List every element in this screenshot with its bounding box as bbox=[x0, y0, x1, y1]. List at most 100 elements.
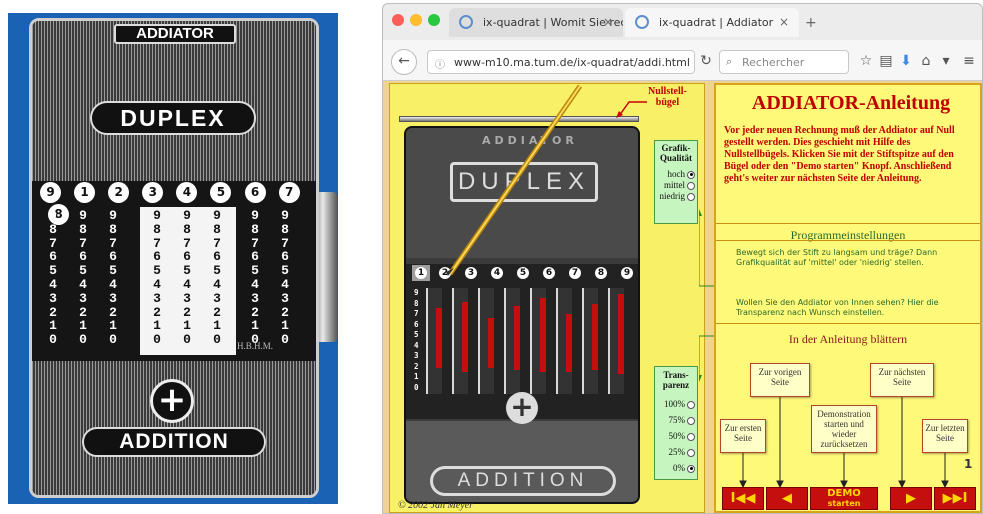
radio-icon[interactable] bbox=[687, 170, 695, 179]
intro-text: Vor jeder neuen Rechnung muß der Addiato… bbox=[724, 125, 955, 184]
page-number: 1 bbox=[964, 457, 973, 471]
star-icon[interactable]: ☆ bbox=[857, 52, 875, 70]
site-icon bbox=[459, 15, 473, 29]
download-icon[interactable]: ⬇ bbox=[897, 52, 915, 70]
close-window-button[interactable] bbox=[392, 14, 404, 26]
plus-icon: + bbox=[150, 379, 194, 423]
hint-next: Zur nächsten Seite bbox=[870, 363, 934, 397]
nullstell-label: Nullstell- bügel bbox=[648, 86, 687, 108]
option-label: 50% bbox=[668, 431, 686, 441]
page-content: Nullstell- bügel ADDIATOR DUPLEX 1 2 3 4… bbox=[383, 81, 982, 513]
nullstell-arrow-icon bbox=[616, 101, 647, 118]
grafik-option-niedrig[interactable]: niedrig bbox=[655, 191, 695, 202]
brand-plate: ADDIATOR bbox=[114, 24, 236, 44]
grafik-option-mittel[interactable]: mittel bbox=[655, 180, 695, 191]
digit-label: 9 bbox=[621, 267, 633, 279]
radio-icon[interactable] bbox=[687, 432, 695, 441]
slider-column: 9 8 7 6 5 4 3 2 1 0 bbox=[153, 208, 161, 348]
settings-text-transparency: Wollen Sie den Addiator von Innen sehen?… bbox=[736, 298, 939, 317]
home-icon[interactable]: ⌂ bbox=[917, 52, 935, 70]
copyright: © 2002 Jan Meyer bbox=[398, 500, 474, 511]
transparenz-title: Trans- parenz bbox=[662, 370, 690, 390]
slider-column[interactable] bbox=[530, 288, 546, 394]
option-label: 0% bbox=[673, 463, 685, 473]
slider-column: 9 8 7 6 5 4 3 2 1 0 bbox=[109, 208, 117, 348]
transparenz-option-50[interactable]: 50% bbox=[655, 428, 695, 444]
digit-label: 7 bbox=[278, 182, 300, 203]
option-label: mittel bbox=[664, 180, 685, 190]
grafik-option-hoch[interactable]: hoch bbox=[655, 169, 695, 180]
maker-mark: H.B.H.M. bbox=[237, 341, 274, 351]
radio-icon[interactable] bbox=[687, 448, 695, 457]
slider-column: 9 8 7 6 5 4 3 2 1 0 bbox=[213, 208, 221, 348]
search-placeholder: Rechercher bbox=[742, 56, 805, 69]
url-text: www-m10.ma.tum.de/ix-quadrat/addi.html bbox=[454, 56, 690, 69]
digit-label: 9 bbox=[40, 182, 61, 203]
pocket-icon[interactable]: ▾ bbox=[937, 52, 955, 70]
transparenz-panel: Trans- parenz 100% 75% 50% 25% 0% bbox=[654, 366, 698, 480]
digit-label: 1 bbox=[74, 182, 96, 203]
transparenz-option-75[interactable]: 75% bbox=[655, 412, 695, 428]
model-plate: DUPLEX bbox=[90, 101, 256, 135]
page-title: ADDIATOR-Anleitung bbox=[751, 92, 951, 114]
slider-column: 9 8 7 6 5 4 3 2 1 0 bbox=[251, 208, 259, 348]
hint-prev: Zur vorigen Seite bbox=[750, 363, 810, 397]
stylus-pen-icon[interactable] bbox=[430, 84, 600, 284]
tab-label: ix-quadrat | Addiator bbox=[659, 16, 774, 29]
transparenz-option-25[interactable]: 25% bbox=[655, 444, 695, 460]
browser-window: ix-quadrat | Womit Sie rech... × ix-quad… bbox=[382, 3, 983, 514]
first-page-button[interactable]: I◀◀ bbox=[722, 487, 764, 510]
prev-page-button[interactable]: ◀ bbox=[766, 487, 808, 510]
slider-column[interactable] bbox=[504, 288, 520, 394]
new-tab-button[interactable]: + bbox=[805, 15, 817, 31]
radio-icon[interactable] bbox=[687, 416, 695, 425]
radio-icon[interactable] bbox=[687, 192, 695, 201]
site-icon bbox=[635, 15, 649, 29]
digit-row: 9 1 2 3 4 5 6 7 8 bbox=[40, 181, 310, 225]
slider-column[interactable] bbox=[608, 288, 624, 394]
radio-icon[interactable] bbox=[687, 181, 695, 190]
reload-icon[interactable]: ↻ bbox=[697, 52, 715, 70]
settings-section: Programmeinstellungen Bewegt sich der St… bbox=[716, 223, 980, 321]
demo-button[interactable]: DEMO starten bbox=[810, 487, 878, 510]
addition-plate: ADDITION bbox=[82, 427, 266, 457]
reader-icon[interactable]: ▤ bbox=[877, 52, 895, 70]
minimize-window-button[interactable] bbox=[410, 14, 422, 26]
info-icon[interactable]: ⓘ bbox=[435, 56, 445, 71]
simulator-addition: ADDITION bbox=[430, 466, 616, 496]
next-page-button[interactable]: ▶ bbox=[890, 487, 932, 510]
search-input[interactable]: ⌕ Rechercher bbox=[719, 50, 849, 74]
digit-label: 4 bbox=[176, 182, 198, 203]
slider-column[interactable] bbox=[426, 288, 442, 394]
addiator-photo: ADDIATOR DUPLEX 9 1 2 3 4 5 6 7 8 9 8 7 … bbox=[8, 13, 338, 504]
slider-column[interactable] bbox=[478, 288, 494, 394]
close-tab-icon[interactable]: × bbox=[603, 15, 613, 29]
menu-icon[interactable]: ≡ bbox=[960, 52, 978, 70]
slider-column[interactable] bbox=[582, 288, 598, 394]
url-bar[interactable]: ⓘ www-m10.ma.tum.de/ix-quadrat/addi.html bbox=[427, 50, 695, 74]
back-arrow-icon[interactable]: ← bbox=[391, 49, 417, 75]
scale-numbers: 9 8 7 6 5 4 3 2 1 0 bbox=[414, 288, 419, 392]
search-icon: ⌕ bbox=[726, 55, 733, 68]
close-tab-icon[interactable]: × bbox=[779, 15, 789, 29]
grafik-title: Grafik- Qualität bbox=[659, 143, 692, 163]
tab-addiator[interactable]: ix-quadrat | Addiator × bbox=[625, 8, 799, 37]
option-label: 25% bbox=[668, 447, 686, 457]
grafik-panel: Grafik- Qualität hoch mittel niedrig bbox=[654, 140, 698, 224]
transparenz-option-0[interactable]: 0% bbox=[655, 460, 695, 476]
slider-column[interactable] bbox=[452, 288, 468, 394]
radio-icon[interactable] bbox=[687, 464, 695, 473]
radio-icon[interactable] bbox=[687, 400, 695, 409]
simulator-pane: Nullstell- bügel ADDIATOR DUPLEX 1 2 3 4… bbox=[389, 83, 705, 513]
slider-column[interactable] bbox=[556, 288, 572, 394]
transparenz-option-100[interactable]: 100% bbox=[655, 396, 695, 412]
tab-womit[interactable]: ix-quadrat | Womit Sie rech... × bbox=[449, 8, 623, 37]
nav-title: In der Anleitung blättern bbox=[788, 332, 908, 346]
demo-button-sublabel: starten bbox=[827, 499, 861, 508]
option-label: 100% bbox=[664, 399, 685, 409]
demo-button-label: DEMO bbox=[827, 488, 861, 499]
last-page-button[interactable]: ▶▶I bbox=[934, 487, 976, 510]
option-label: niedrig bbox=[659, 191, 686, 201]
settings-text-quality: Bewegt sich der Stift zu langsam und trä… bbox=[736, 248, 938, 267]
maximize-window-button[interactable] bbox=[428, 14, 440, 26]
